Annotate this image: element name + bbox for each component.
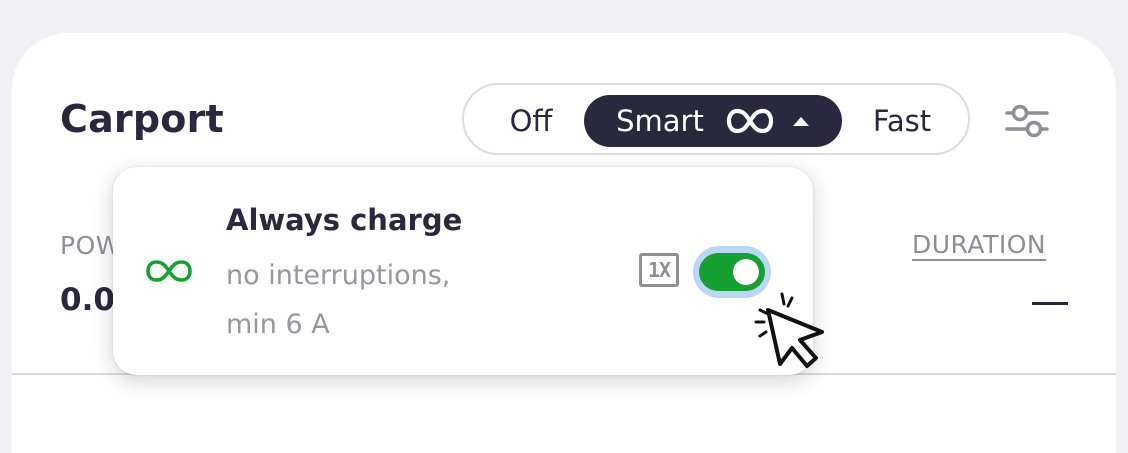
option-description: no interruptions, min 6 A [226, 251, 546, 349]
mode-smart-button[interactable]: Smart [584, 95, 842, 147]
settings-button[interactable] [1004, 102, 1050, 140]
smart-mode-popover: Always charge no interruptions, min 6 A … [113, 167, 813, 375]
caret-up-icon [792, 117, 809, 126]
power-value: 0.0 [60, 282, 113, 318]
mode-fast-label: Fast [872, 104, 932, 138]
sliders-icon [1005, 104, 1049, 138]
infinity-icon [726, 108, 773, 134]
option-icon-wrapper [145, 259, 193, 287]
loadpoint-title: Carport [60, 97, 224, 141]
option-description-line2: min 6 A [226, 309, 330, 340]
always-charge-toggle[interactable] [693, 246, 771, 298]
toggle-track [699, 253, 765, 291]
mode-smart-label: Smart [616, 104, 704, 138]
toggle-knob [733, 259, 759, 285]
mode-fast-button[interactable]: Fast [850, 95, 954, 147]
option-title: Always charge [226, 203, 463, 237]
duration-label[interactable]: DURATION [912, 230, 1046, 259]
duration-value [1032, 302, 1068, 305]
option-description-line1: no interruptions, [226, 260, 451, 291]
power-label: POWER [60, 231, 113, 260]
click-cursor-icon [754, 292, 824, 368]
mode-off-label: Off [509, 104, 553, 138]
infinity-icon [146, 260, 192, 282]
mode-off-button[interactable]: Off [486, 95, 576, 147]
charge-mode-selector: Off Smart Fast [462, 83, 970, 155]
once-badge: 1X [639, 253, 679, 287]
